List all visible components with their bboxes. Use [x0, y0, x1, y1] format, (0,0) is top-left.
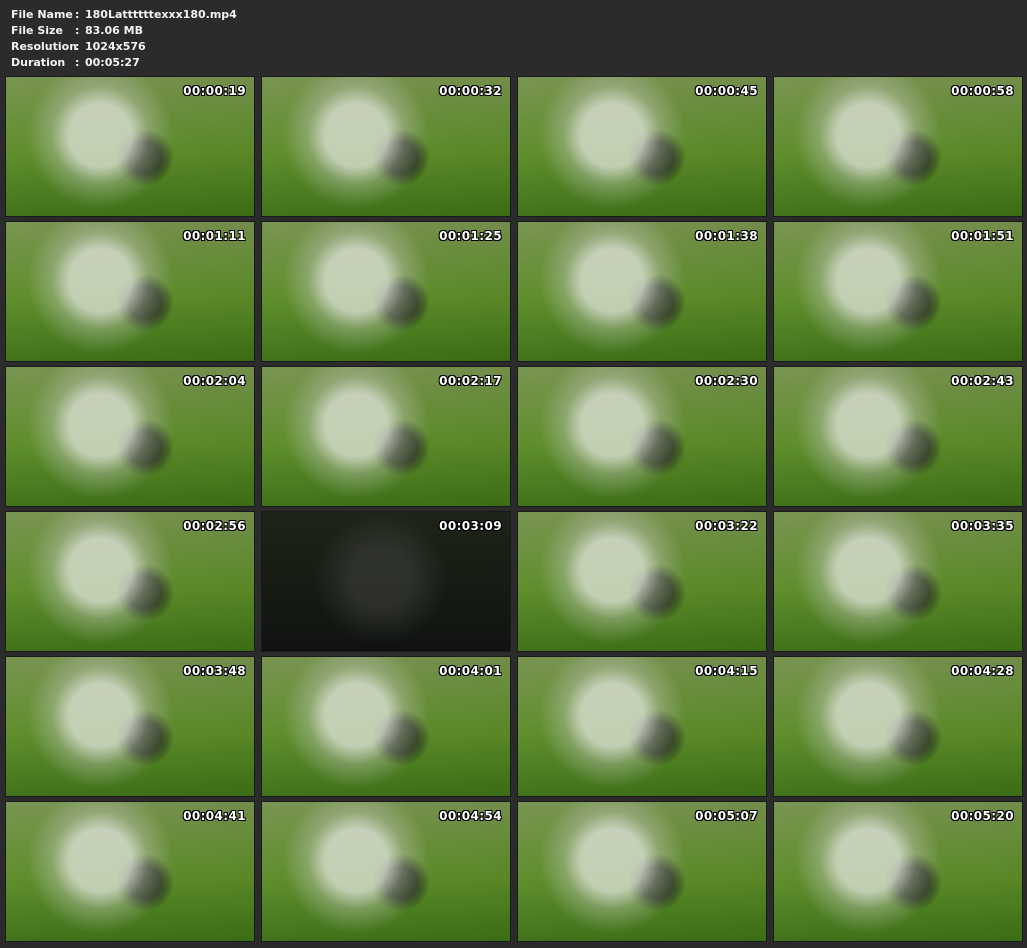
thumbnail-timestamp: 00:04:01	[439, 664, 502, 678]
duration-row: Duration : 00:05:27	[11, 55, 237, 71]
thumbnail-timestamp: 00:02:04	[183, 374, 246, 388]
thumbnail-timestamp: 00:04:28	[951, 664, 1014, 678]
thumbnail-timestamp: 00:00:19	[183, 84, 246, 98]
thumbnail-00-03-48[interactable]: 00:03:48	[5, 656, 255, 797]
thumbnail-00-02-43[interactable]: 00:02:43	[773, 366, 1023, 507]
thumbnail-00-04-15[interactable]: 00:04:15	[517, 656, 767, 797]
thumbnail-timestamp: 00:03:22	[695, 519, 758, 533]
thumbnail-timestamp: 00:05:20	[951, 809, 1014, 823]
resolution-value: 1024x576	[85, 40, 146, 53]
thumbnail-00-02-17[interactable]: 00:02:17	[261, 366, 511, 507]
thumbnail-00-05-20[interactable]: 00:05:20	[773, 801, 1023, 942]
thumbnail-timestamp: 00:03:09	[439, 519, 502, 533]
thumbnail-00-00-19[interactable]: 00:00:19	[5, 76, 255, 217]
thumbnail-00-01-11[interactable]: 00:01:11	[5, 221, 255, 362]
thumbnail-timestamp: 00:02:30	[695, 374, 758, 388]
thumbnail-00-01-51[interactable]: 00:01:51	[773, 221, 1023, 362]
file-name-row: File Name : 180Lattttttexxx180.mp4	[11, 7, 237, 23]
file-size-label: File Size	[11, 24, 63, 37]
file-info-panel: File Name : 180Lattttttexxx180.mp4 File …	[11, 7, 237, 71]
thumbnail-00-03-09[interactable]: 00:03:09	[261, 511, 511, 652]
thumbnail-00-02-56[interactable]: 00:02:56	[5, 511, 255, 652]
thumbnail-00-00-58[interactable]: 00:00:58	[773, 76, 1023, 217]
thumbnail-timestamp: 00:02:43	[951, 374, 1014, 388]
file-size-separator: :	[75, 24, 80, 37]
file-size-row: File Size : 83.06 MB	[11, 23, 237, 39]
thumbnail-timestamp: 00:00:58	[951, 84, 1014, 98]
resolution-label: Resolution	[11, 40, 78, 53]
thumbnail-00-01-25[interactable]: 00:01:25	[261, 221, 511, 362]
thumbnail-timestamp: 00:03:48	[183, 664, 246, 678]
thumbnail-timestamp: 00:05:07	[695, 809, 758, 823]
duration-label: Duration	[11, 56, 66, 69]
thumbnail-timestamp: 00:00:32	[439, 84, 502, 98]
file-name-label: File Name	[11, 8, 73, 21]
resolution-row: Resolution : 1024x576	[11, 39, 237, 55]
duration-separator: :	[75, 56, 80, 69]
thumbnail-timestamp: 00:04:54	[439, 809, 502, 823]
thumbnail-timestamp: 00:01:11	[183, 229, 246, 243]
thumbnail-00-04-28[interactable]: 00:04:28	[773, 656, 1023, 797]
thumbnail-00-05-07[interactable]: 00:05:07	[517, 801, 767, 942]
thumbnail-timestamp: 00:02:56	[183, 519, 246, 533]
thumbnail-timestamp: 00:03:35	[951, 519, 1014, 533]
file-name-separator: :	[75, 8, 80, 21]
thumbnail-00-00-32[interactable]: 00:00:32	[261, 76, 511, 217]
thumbnail-timestamp: 00:02:17	[439, 374, 502, 388]
thumbnail-00-04-54[interactable]: 00:04:54	[261, 801, 511, 942]
thumbnail-00-00-45[interactable]: 00:00:45	[517, 76, 767, 217]
file-size-value: 83.06 MB	[85, 24, 143, 37]
thumbnail-timestamp: 00:04:41	[183, 809, 246, 823]
thumbnail-timestamp: 00:00:45	[695, 84, 758, 98]
thumbnail-00-03-35[interactable]: 00:03:35	[773, 511, 1023, 652]
thumbnail-timestamp: 00:01:51	[951, 229, 1014, 243]
resolution-separator: :	[75, 40, 80, 53]
thumbnail-timestamp: 00:01:38	[695, 229, 758, 243]
file-name-value: 180Lattttttexxx180.mp4	[85, 8, 237, 21]
duration-value: 00:05:27	[85, 56, 140, 69]
thumbnail-00-02-30[interactable]: 00:02:30	[517, 366, 767, 507]
thumbnail-00-01-38[interactable]: 00:01:38	[517, 221, 767, 362]
thumbnail-timestamp: 00:01:25	[439, 229, 502, 243]
thumbnail-timestamp: 00:04:15	[695, 664, 758, 678]
thumbnail-00-02-04[interactable]: 00:02:04	[5, 366, 255, 507]
thumbnail-00-03-22[interactable]: 00:03:22	[517, 511, 767, 652]
thumbnail-00-04-41[interactable]: 00:04:41	[5, 801, 255, 942]
thumbnail-grid: 00:00:19 00:00:32 00:00:45 00:00:58 00:0…	[5, 76, 1023, 942]
thumbnail-00-04-01[interactable]: 00:04:01	[261, 656, 511, 797]
